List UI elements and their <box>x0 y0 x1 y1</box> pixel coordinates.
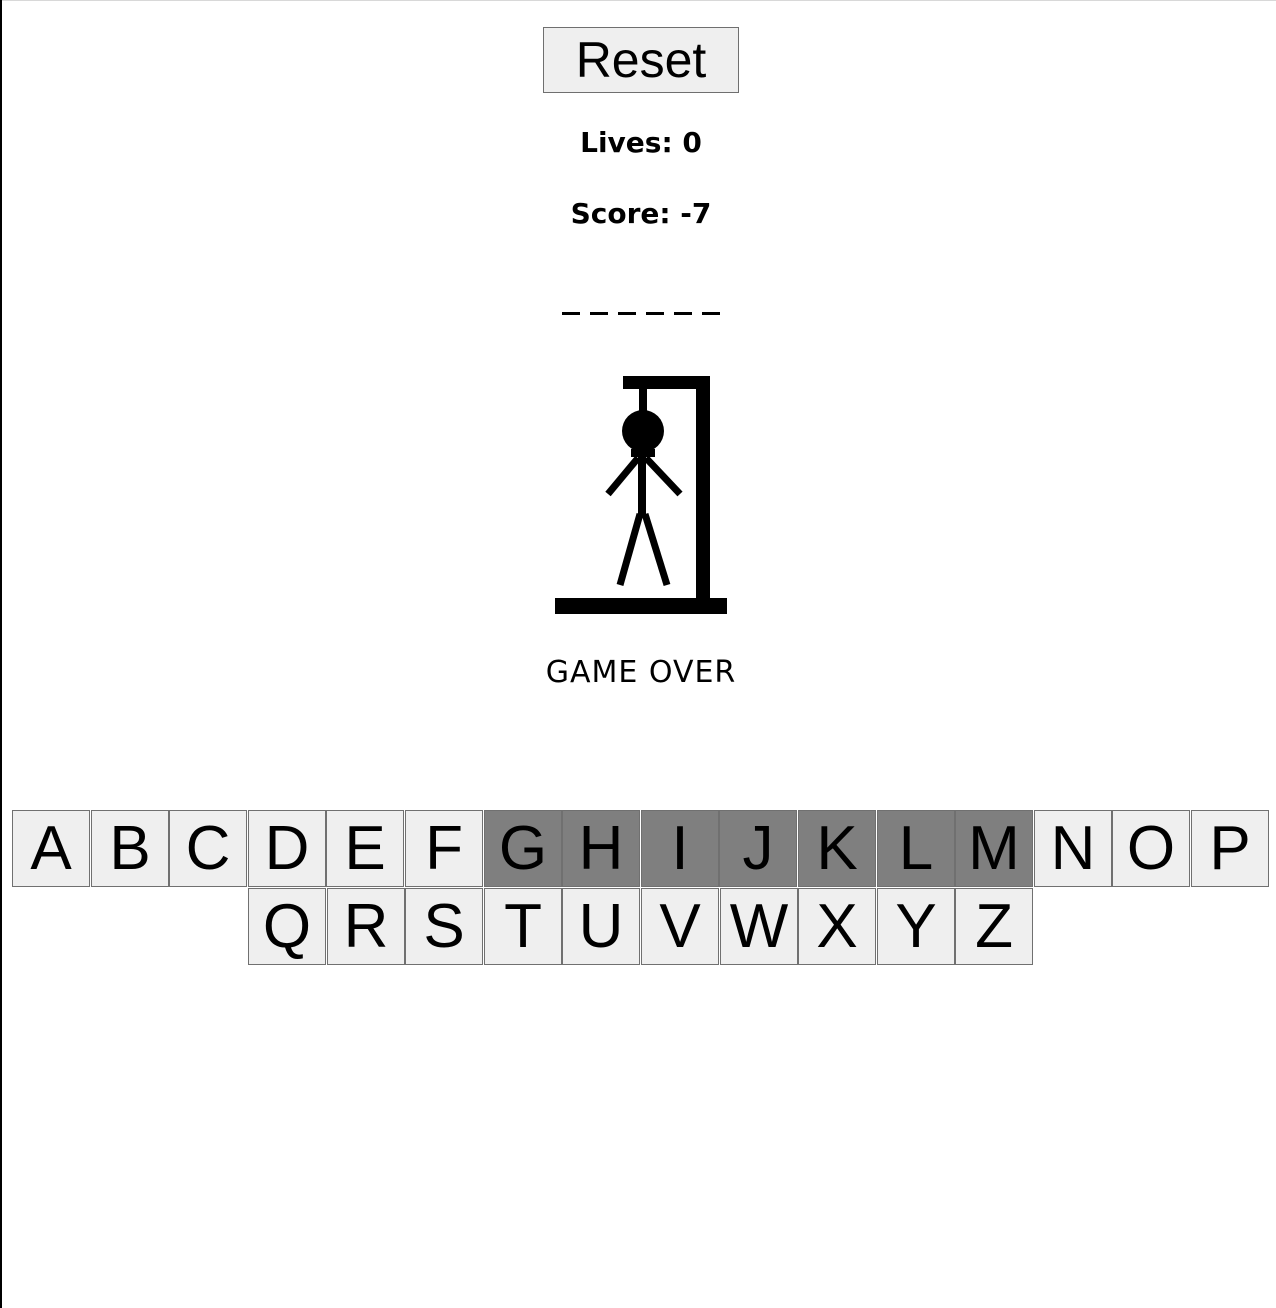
letter-key-c[interactable]: C <box>169 810 247 887</box>
lives-counter: Lives: 0 <box>580 126 702 159</box>
letter-slot <box>702 285 720 315</box>
hangman-neck <box>631 449 655 457</box>
letter-key-t[interactable]: T <box>484 888 562 965</box>
hangman-right-leg <box>641 512 671 587</box>
letter-key-r[interactable]: R <box>327 888 405 965</box>
letter-slot <box>618 285 636 315</box>
letter-key-m[interactable]: M <box>955 810 1033 887</box>
letter-key-j[interactable]: J <box>719 810 797 887</box>
letter-key-z[interactable]: Z <box>955 888 1033 965</box>
letter-slot <box>646 285 664 315</box>
hangman-drawing <box>555 376 727 614</box>
letter-key-g[interactable]: G <box>484 810 562 887</box>
hangman-head <box>622 410 664 452</box>
hangman-left-arm <box>605 455 641 497</box>
letter-slot <box>590 285 608 315</box>
letter-key-f[interactable]: F <box>405 810 483 887</box>
letter-key-a[interactable]: A <box>12 810 90 887</box>
gallows-post <box>696 376 710 606</box>
letter-key-u[interactable]: U <box>562 888 640 965</box>
letter-key-n[interactable]: N <box>1034 810 1112 887</box>
letter-key-x[interactable]: X <box>798 888 876 965</box>
letter-key-o[interactable]: O <box>1112 810 1190 887</box>
gallows-beam <box>623 376 710 389</box>
gallows-rope <box>639 389 647 413</box>
letter-key-p[interactable]: P <box>1191 810 1269 887</box>
letter-key-h[interactable]: H <box>562 810 640 887</box>
hangman-left-leg <box>616 513 644 586</box>
letter-key-q[interactable]: Q <box>248 888 326 965</box>
letter-key-i[interactable]: I <box>641 810 719 887</box>
letter-slot <box>674 285 692 315</box>
letter-key-e[interactable]: E <box>326 810 404 887</box>
game-status-message: GAME OVER <box>545 655 737 690</box>
hidden-word <box>0 285 1276 315</box>
window-top-border <box>0 0 1276 1</box>
letter-key-w[interactable]: W <box>720 888 798 965</box>
letter-key-d[interactable]: D <box>248 810 326 887</box>
reset-button[interactable]: Reset <box>543 27 739 93</box>
score-counter: Score: -7 <box>570 197 712 230</box>
letter-slot <box>562 285 580 315</box>
letter-key-l[interactable]: L <box>877 810 955 887</box>
letter-key-y[interactable]: Y <box>877 888 955 965</box>
letter-key-v[interactable]: V <box>641 888 719 965</box>
hangman-right-arm <box>643 455 683 497</box>
letter-key-b[interactable]: B <box>91 810 169 887</box>
letter-key-k[interactable]: K <box>798 810 876 887</box>
letter-key-s[interactable]: S <box>405 888 483 965</box>
